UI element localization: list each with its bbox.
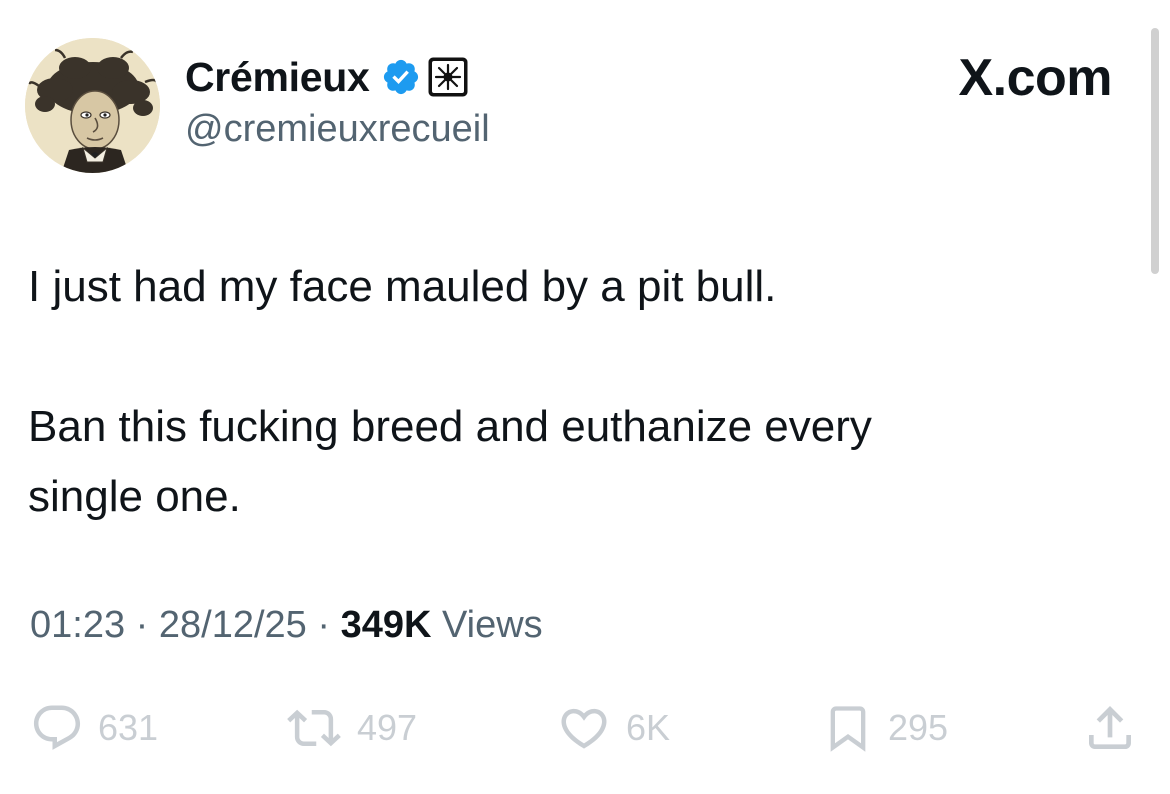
- verified-badge-icon: [384, 59, 419, 95]
- views-count: 349K: [340, 604, 432, 646]
- site-watermark: X.com: [958, 49, 1112, 107]
- meta-separator: ·: [135, 604, 149, 646]
- author-name-row: Crémieux: [185, 53, 468, 101]
- action-bar: 631 497 6K 295: [0, 700, 1170, 760]
- display-name[interactable]: Crémieux: [185, 54, 370, 101]
- share-button[interactable]: [1082, 700, 1138, 756]
- tweet-screenshot: Crémieux @cremieuxrecueil X.com I just h…: [0, 0, 1170, 794]
- views-label: Views: [441, 604, 543, 646]
- tweet-text-line: I just had my face mauled by a pit bull.: [28, 262, 777, 311]
- tweet-text-line: Ban this fucking breed and euthanize eve…: [28, 402, 872, 451]
- repost-icon: [287, 709, 341, 747]
- avatar-caricature-image: [25, 38, 160, 173]
- avatar[interactable]: [25, 38, 160, 173]
- reply-button[interactable]: 631: [30, 700, 158, 756]
- tweet-text: I just had my face mauled by a pit bull.…: [28, 252, 1118, 532]
- bookmark-button[interactable]: 295: [822, 700, 948, 756]
- scrollbar[interactable]: [1151, 28, 1159, 274]
- reply-count: 631: [98, 707, 159, 748]
- like-button[interactable]: 6K: [556, 700, 670, 756]
- repost-count: 497: [357, 707, 418, 748]
- affiliate-badge-icon: [428, 57, 468, 97]
- author-handle[interactable]: @cremieuxrecueil: [185, 108, 490, 151]
- share-icon: [1089, 706, 1131, 749]
- tweet-date[interactable]: 28/12/25: [159, 604, 307, 646]
- reply-icon: [33, 705, 81, 750]
- repost-button[interactable]: 497: [285, 700, 417, 756]
- tweet-metadata: 01:23 · 28/12/25 · 349K Views: [30, 604, 543, 647]
- tweet-time[interactable]: 01:23: [30, 604, 125, 646]
- bookmark-icon: [830, 706, 866, 752]
- tweet-text-line: single one.: [28, 472, 241, 521]
- like-count: 6K: [626, 707, 671, 748]
- meta-separator: ·: [317, 604, 331, 646]
- bookmark-count: 295: [888, 707, 949, 748]
- heart-icon: [561, 708, 607, 749]
